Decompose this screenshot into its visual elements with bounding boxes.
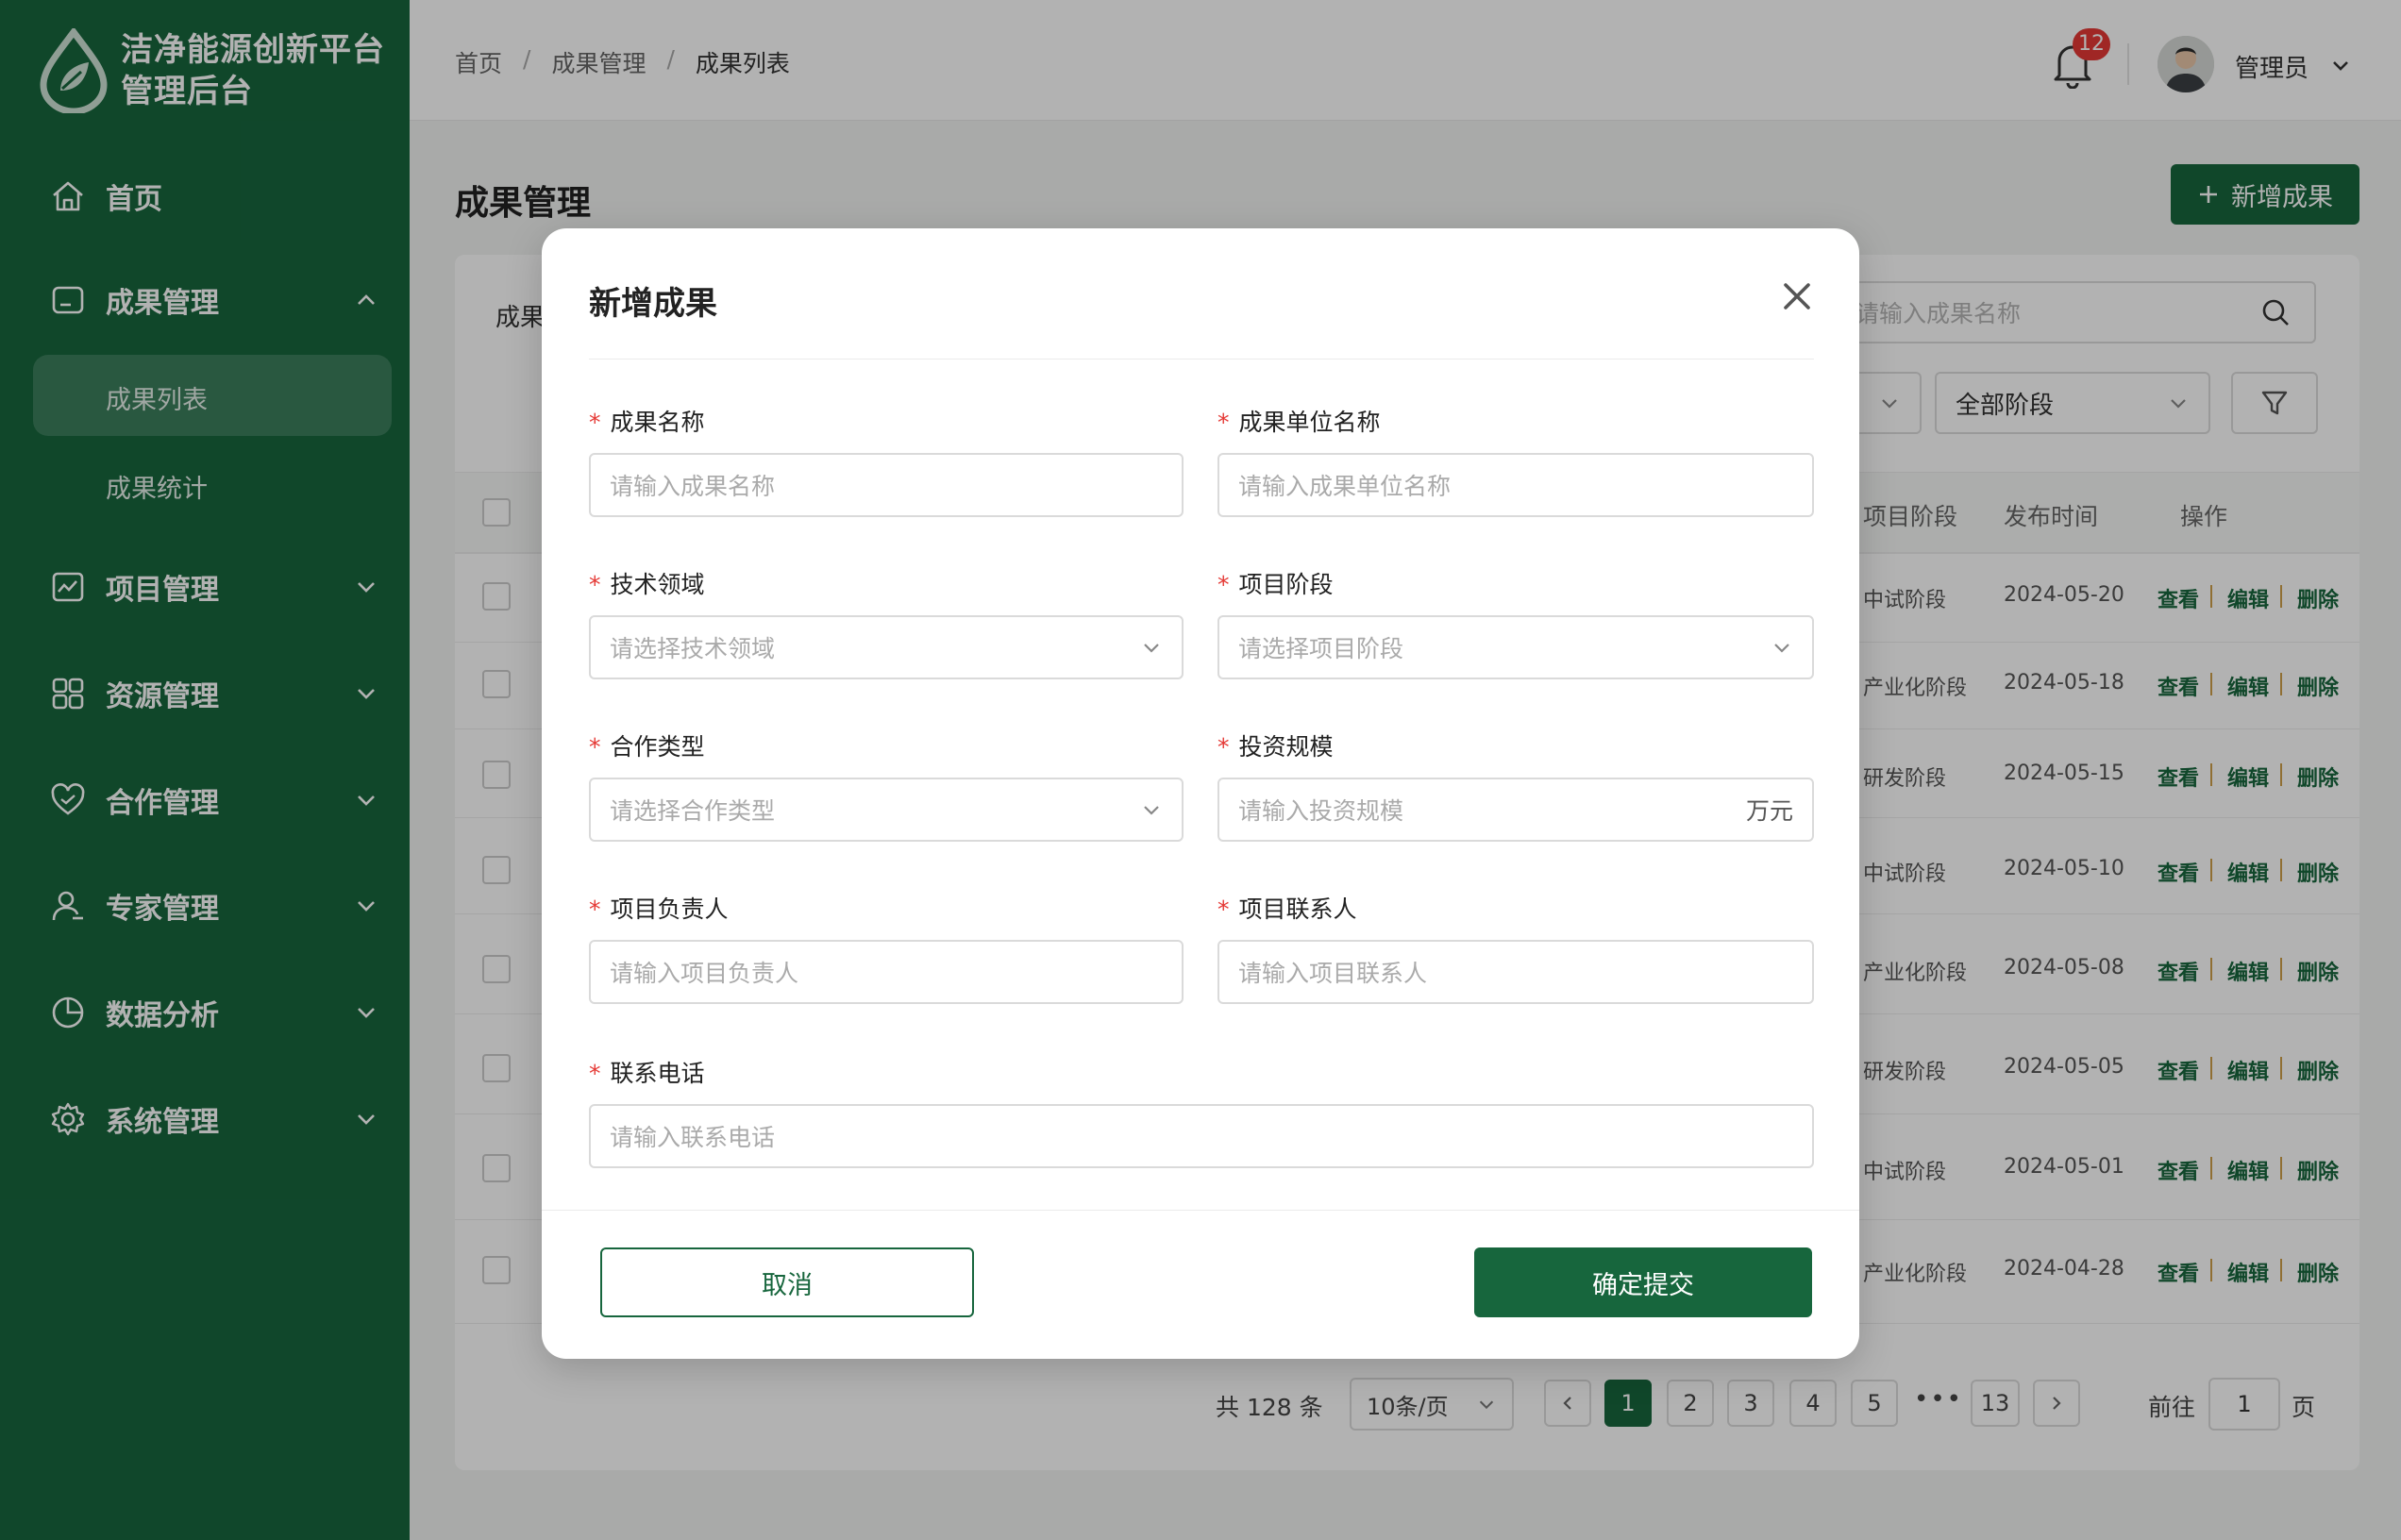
field-label-phone: * 联系电话 bbox=[589, 1055, 705, 1089]
cooperation-type-select[interactable]: 请选择合作类型 bbox=[589, 778, 1184, 842]
chevron-down-icon bbox=[1144, 644, 1159, 653]
required-mark: * bbox=[589, 1060, 601, 1087]
field-label-text: 成果名称 bbox=[610, 409, 705, 436]
investment-scale-input[interactable]: 请输入投资规模 万元 bbox=[1217, 778, 1814, 842]
project-stage-select[interactable]: 请选择项目阶段 bbox=[1217, 615, 1814, 679]
input-placeholder: 请输入项目负责人 bbox=[610, 960, 799, 987]
select-placeholder: 请选择技术领域 bbox=[610, 635, 776, 662]
input-placeholder: 请输入成果单位名称 bbox=[1238, 473, 1452, 500]
field-label-stage: * 项目阶段 bbox=[1217, 566, 1334, 600]
add-achievement-modal: 新增成果 * 成果名称 请输入成果名称 * 成果单位名称 请输入成果单位名称 * 技术… bbox=[542, 228, 1859, 1359]
modal-divider bbox=[589, 359, 1814, 360]
chevron-down-icon bbox=[1144, 806, 1159, 815]
tech-domain-select[interactable]: 请选择技术领域 bbox=[589, 615, 1184, 679]
field-label-text: 项目阶段 bbox=[1238, 571, 1334, 598]
input-placeholder: 请输入项目联系人 bbox=[1238, 960, 1428, 987]
modal-title: 新增成果 bbox=[589, 285, 717, 323]
input-unit-suffix: 万元 bbox=[1745, 797, 1793, 825]
field-label-name: * 成果名称 bbox=[589, 404, 705, 438]
cancel-button[interactable]: 取消 bbox=[600, 1247, 974, 1317]
select-placeholder: 请选择项目阶段 bbox=[1238, 635, 1404, 662]
field-label-text: 项目联系人 bbox=[1238, 896, 1357, 923]
field-label-leader: * 项目负责人 bbox=[589, 891, 729, 925]
input-placeholder: 请输入投资规模 bbox=[1238, 797, 1404, 825]
achievement-name-input[interactable]: 请输入成果名称 bbox=[589, 453, 1184, 517]
project-contact-input[interactable]: 请输入项目联系人 bbox=[1217, 940, 1814, 1004]
required-mark: * bbox=[1217, 409, 1230, 436]
field-label-coop: * 合作类型 bbox=[589, 728, 705, 762]
required-mark: * bbox=[1217, 571, 1230, 598]
field-label-text: 技术领域 bbox=[610, 571, 705, 598]
input-placeholder: 请输入成果名称 bbox=[610, 473, 776, 500]
field-label-text: 项目负责人 bbox=[610, 896, 729, 923]
field-label-domain: * 技术领域 bbox=[589, 566, 705, 600]
field-label-unit: * 成果单位名称 bbox=[1217, 404, 1381, 438]
field-label-text: 合作类型 bbox=[610, 733, 705, 761]
field-label-text: 成果单位名称 bbox=[1238, 409, 1381, 436]
required-mark: * bbox=[589, 896, 601, 923]
modal-footer-divider bbox=[542, 1210, 1859, 1211]
close-icon[interactable] bbox=[1778, 277, 1816, 315]
field-label-invest: * 投资规模 bbox=[1217, 728, 1334, 762]
contact-phone-input[interactable]: 请输入联系电话 bbox=[589, 1104, 1814, 1168]
required-mark: * bbox=[589, 571, 601, 598]
required-mark: * bbox=[1217, 896, 1230, 923]
select-placeholder: 请选择合作类型 bbox=[610, 797, 776, 825]
field-label-text: 投资规模 bbox=[1238, 733, 1334, 761]
required-mark: * bbox=[589, 409, 601, 436]
achievement-unit-input[interactable]: 请输入成果单位名称 bbox=[1217, 453, 1814, 517]
project-leader-input[interactable]: 请输入项目负责人 bbox=[589, 940, 1184, 1004]
chevron-down-icon bbox=[1774, 644, 1789, 653]
required-mark: * bbox=[1217, 733, 1230, 761]
field-label-contact: * 项目联系人 bbox=[1217, 891, 1357, 925]
field-label-text: 联系电话 bbox=[610, 1060, 705, 1087]
submit-button[interactable]: 确定提交 bbox=[1474, 1247, 1812, 1317]
input-placeholder: 请输入联系电话 bbox=[610, 1124, 776, 1151]
required-mark: * bbox=[589, 733, 601, 761]
